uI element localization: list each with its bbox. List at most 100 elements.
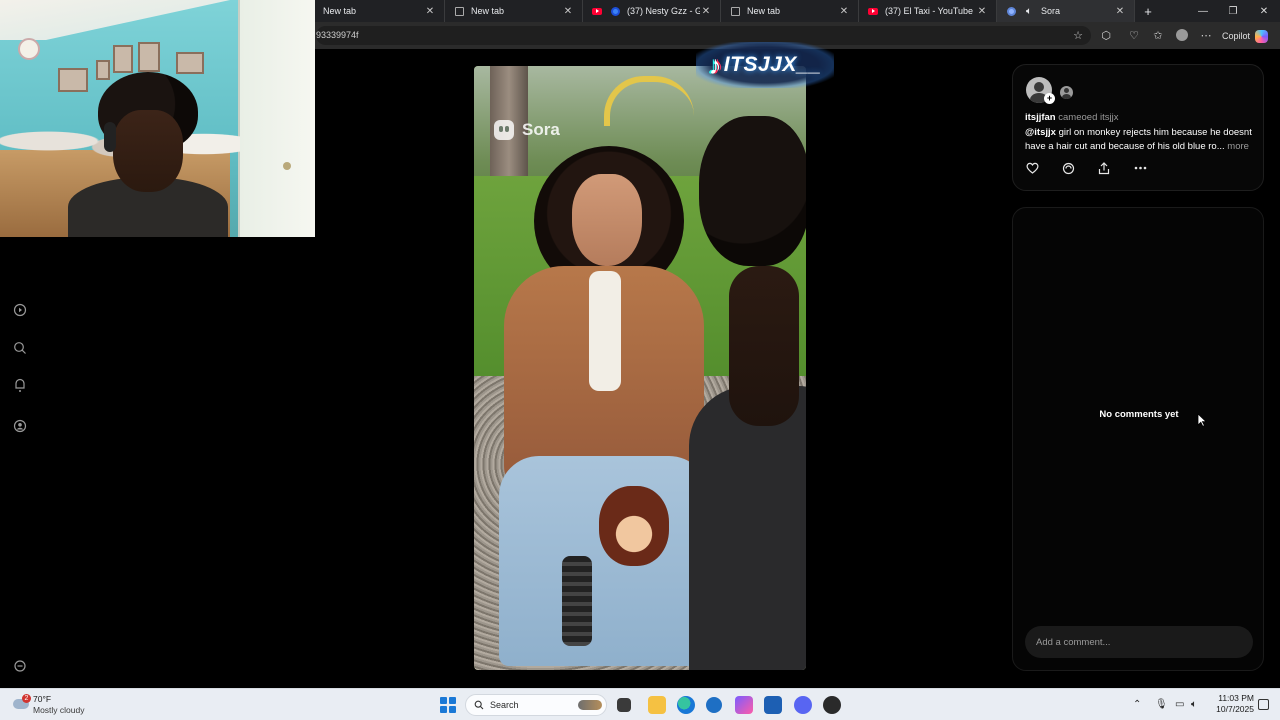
windows-logo-tile — [449, 706, 456, 713]
mouse-cursor-icon — [1197, 413, 1208, 427]
windows-logo-tile — [449, 697, 456, 704]
profile-icon[interactable] — [1175, 28, 1189, 42]
woman-jeans — [499, 456, 709, 666]
tab-new-tab-1[interactable]: New tab ✕ — [315, 0, 445, 22]
caption-mention[interactable]: @itsjjx — [1025, 127, 1056, 138]
task-view-icon[interactable] — [617, 698, 631, 712]
close-icon[interactable]: ✕ — [976, 6, 988, 17]
heart-icon[interactable] — [1025, 161, 1039, 175]
monkey-rider-head — [599, 486, 669, 566]
network-icon[interactable]: ▭ — [1175, 699, 1184, 710]
edge-icon[interactable] — [677, 696, 695, 714]
post-author[interactable]: itsjjfan — [1025, 112, 1056, 123]
tab-nesty-gzz[interactable]: (37) Nesty Gzz - Gang ✕ — [583, 0, 721, 22]
taskbar: 2 70°F Mostly cloudy Search ⌃ 🎙︎ ▭ 🔈︎ 11… — [0, 688, 1280, 720]
tiktok-note-icon: ♪ — [708, 49, 722, 80]
sora-logo-icon — [494, 120, 514, 140]
close-icon[interactable]: ✕ — [562, 6, 574, 17]
tab-label: (37) El Taxi - YouTube — [885, 6, 974, 16]
tab-label: (37) Nesty Gzz - Gang — [627, 6, 700, 16]
favorites-icon[interactable]: ✩ — [1151, 28, 1165, 42]
play-icon[interactable] — [12, 302, 28, 318]
youtube-icon — [591, 6, 603, 16]
profile-icon[interactable] — [12, 418, 28, 434]
wall-frame — [113, 45, 133, 73]
app-icon[interactable] — [823, 696, 841, 714]
bell-icon[interactable] — [12, 377, 28, 393]
app-icon[interactable] — [706, 697, 722, 713]
chevron-up-icon[interactable]: ⌃ — [1133, 699, 1141, 710]
plus-icon: + — [1144, 3, 1152, 19]
cameo-avatar[interactable] — [1060, 86, 1073, 99]
minimize-icon: — — [1198, 5, 1208, 17]
weather-widget[interactable]: 2 70°F Mostly cloudy — [11, 693, 121, 717]
app-icon[interactable] — [735, 696, 753, 714]
man-shirt — [689, 386, 806, 670]
close-icon: ✕ — [1259, 5, 1269, 17]
page-icon — [729, 6, 741, 16]
remix-icon[interactable] — [1061, 161, 1075, 175]
screen: New tab ✕ New tab ✕ (37) Nesty Gzz - Gan… — [0, 0, 1280, 720]
more-icon[interactable] — [1133, 161, 1147, 175]
copilot-button[interactable]: Copilot — [1222, 28, 1269, 44]
clock-date: 10/7/2025 — [1216, 704, 1254, 714]
more-link[interactable]: more — [1227, 141, 1249, 152]
tab-label: Sora — [1041, 6, 1061, 16]
clock[interactable]: 11:03 PM 10/7/2025 — [1208, 693, 1254, 715]
man-neck — [729, 266, 799, 426]
sora-watermark-text: Sora — [522, 120, 560, 139]
comment-input[interactable] — [1025, 626, 1253, 658]
follow-plus-icon[interactable]: + — [1044, 93, 1055, 104]
notification-icon[interactable] — [1258, 699, 1269, 710]
webcam-door — [238, 0, 315, 237]
no-comments-text: No comments yet — [1099, 409, 1179, 420]
close-window-button[interactable]: ✕ — [1249, 0, 1279, 22]
close-icon[interactable]: ✕ — [838, 6, 850, 17]
favorite-star-icon[interactable]: ☆ — [1071, 28, 1085, 42]
speaker-icon[interactable]: 🔈︎ — [1023, 6, 1035, 17]
search-label: Search — [490, 700, 519, 710]
close-icon[interactable]: ✕ — [424, 6, 436, 17]
start-button[interactable] — [440, 697, 456, 713]
restore-button[interactable]: ❐ — [1218, 0, 1248, 22]
search-highlight-icon — [578, 700, 602, 710]
sora-icon — [1005, 6, 1017, 16]
streamer-face — [113, 110, 183, 192]
tab-new-tab-3[interactable]: New tab ✕ — [721, 0, 859, 22]
performance-icon[interactable]: ♡ — [1127, 28, 1141, 42]
close-icon[interactable]: ✕ — [700, 6, 712, 17]
spring-rider — [562, 556, 592, 646]
minimize-button[interactable]: — — [1188, 0, 1218, 22]
weather-badge: 2 — [22, 694, 31, 703]
collapse-icon[interactable] — [12, 658, 28, 674]
copilot-label: Copilot — [1222, 31, 1251, 41]
store-icon[interactable] — [764, 696, 782, 714]
streamer-logo-text: ITSJJX__ — [723, 53, 822, 76]
media-icon — [609, 6, 621, 16]
extensions-icon[interactable]: ⬡ — [1099, 28, 1113, 42]
headset — [104, 122, 116, 152]
microphone-icon[interactable]: 🎙︎ — [1155, 699, 1168, 710]
windows-logo-tile — [440, 706, 447, 713]
tab-sora[interactable]: 🔈︎ Sora ✕ — [997, 0, 1135, 22]
tab-label: New tab — [747, 6, 781, 16]
taskbar-search[interactable]: Search — [465, 694, 607, 716]
settings-menu-icon[interactable]: ⋯ — [1199, 28, 1213, 42]
weather-temp: 70°F — [33, 694, 52, 704]
windows-logo-tile — [440, 697, 447, 704]
sora-watermark: Sora — [494, 120, 560, 140]
share-icon[interactable] — [1097, 161, 1111, 175]
volume-icon[interactable]: 🔈︎ — [1191, 699, 1197, 710]
search-icon[interactable] — [12, 340, 28, 356]
close-icon[interactable]: ✕ — [1114, 6, 1126, 17]
tab-el-taxi[interactable]: (37) El Taxi - YouTube ✕ — [859, 0, 997, 22]
post-caption: @itsjjx girl on monkey rejects him becau… — [1025, 126, 1257, 154]
discord-icon[interactable] — [794, 696, 812, 714]
video-player[interactable]: Sora — [474, 66, 806, 670]
video-man — [689, 116, 806, 670]
new-tab-button[interactable]: + — [1135, 0, 1161, 22]
tab-new-tab-2[interactable]: New tab ✕ — [445, 0, 583, 22]
file-explorer-icon[interactable] — [648, 696, 666, 714]
tab-label: New tab — [323, 6, 357, 16]
page-icon — [453, 6, 465, 16]
